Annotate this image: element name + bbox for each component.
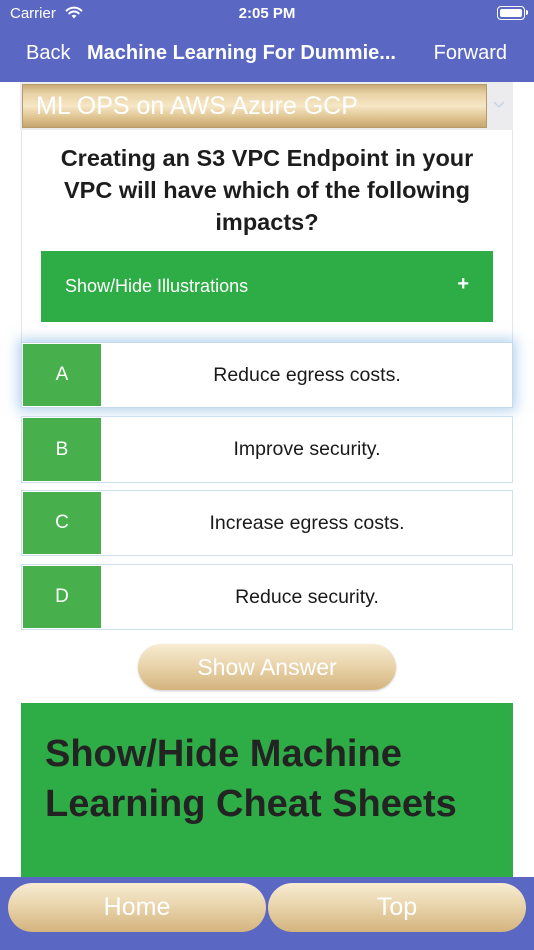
illustrations-label: Show/Hide Illustrations — [65, 276, 249, 296]
option-letter: B — [23, 418, 101, 481]
plus-icon: + — [457, 273, 469, 295]
forward-button[interactable]: Forward — [434, 42, 507, 65]
question-text: Creating an S3 VPC Endpoint in your VPC … — [60, 145, 474, 235]
option-text: Increase egress costs. — [209, 511, 405, 534]
chevron-down-icon[interactable] — [489, 94, 509, 114]
option-text: Reduce egress costs. — [213, 363, 401, 386]
cheat-sheets-label: Show/Hide Machine Learning Cheat Sheets — [45, 733, 457, 825]
home-button[interactable]: Home — [8, 883, 266, 932]
answer-option-d[interactable]: D Reduce security. — [21, 564, 513, 630]
category-picker[interactable]: ML OPS on AWS Azure GCP — [22, 84, 487, 128]
category-picker-label: ML OPS on AWS Azure GCP — [36, 92, 358, 120]
answer-option-c[interactable]: C Increase egress costs. — [21, 490, 513, 556]
page-title: Machine Learning For Dummie... — [87, 42, 396, 64]
option-letter: C — [23, 492, 101, 554]
option-text: Improve security. — [233, 438, 381, 460]
show-answer-button[interactable]: Show Answer — [138, 644, 396, 690]
top-button[interactable]: Top — [268, 883, 526, 932]
bottom-toolbar: Home Top — [0, 877, 534, 950]
status-time: 2:05 PM — [238, 5, 296, 22]
status-bar: Carrier 2:05 PM — [0, 0, 534, 28]
show-hide-illustrations-button[interactable]: Show/Hide Illustrations + — [41, 251, 493, 322]
answer-option-a[interactable]: A Reduce egress costs. — [21, 342, 513, 408]
option-letter: D — [23, 566, 101, 628]
back-button[interactable]: Back — [26, 42, 70, 65]
option-letter: A — [23, 344, 101, 406]
battery-icon — [497, 6, 528, 20]
cheat-sheets-toggle[interactable]: Show/Hide Machine Learning Cheat Sheets — [21, 703, 513, 883]
answer-option-b[interactable]: B Improve security. — [21, 416, 513, 483]
option-text: Reduce security. — [235, 585, 379, 608]
navigation-bar: Back Machine Learning For Dummie... Forw… — [0, 28, 534, 82]
